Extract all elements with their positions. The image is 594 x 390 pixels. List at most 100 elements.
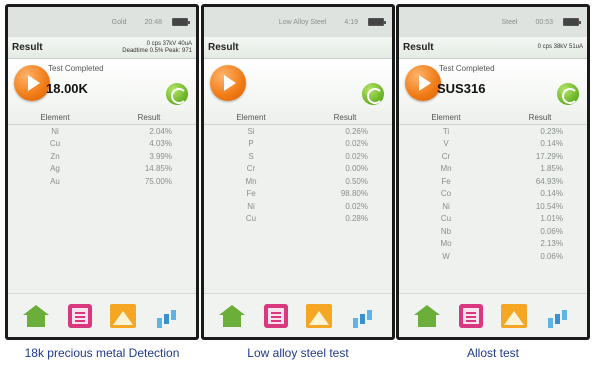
element-cell: Mo [440,239,452,249]
table-header: Element Result [399,111,587,125]
bottom-toolbar [204,293,392,337]
table-row: Mn 0.50% [204,175,392,188]
measurement-info-line1: 0 cps 37kV 40uA [146,40,192,47]
refresh-icon[interactable] [557,83,579,105]
table-row: Cu 1.01% [399,213,587,226]
report-icon[interactable] [67,303,92,328]
element-cell: Co [440,189,452,199]
bar-chart-icon[interactable] [155,304,181,328]
result-cell: 17.29% [535,151,563,161]
refresh-icon[interactable] [362,83,384,105]
table-row: Si 0.26% [204,125,392,138]
result-cell: 4.03% [149,139,172,149]
sample-area [204,59,392,111]
result-cell: 64.93% [535,176,563,186]
results-table: Element Result Ni 2.04% Cu 4.03% Zn 3.99% A… [8,111,196,293]
caption: Allost test [466,346,520,360]
home-icon[interactable] [219,304,246,327]
device-screen: Gold 20:48 Result 0 cps 37kV 40uA Deadti… [8,7,196,337]
result-cell: 0.02% [345,201,368,211]
test-status: Test Completed [439,64,495,73]
element-cell: Mn [245,176,257,186]
element-cell: Ag [50,164,60,174]
device-panel-low-alloy: Low Alloy Steel 4:19 Result Element Resu… [201,4,395,340]
element-cell: Cr [246,164,256,174]
device-panel-gold: Gold 20:48 Result 0 cps 37kV 40uA Deadti… [5,4,199,340]
spectrum-icon[interactable] [306,303,333,328]
table-row: Cr 0.00% [204,163,392,176]
element-cell: Ni [51,126,59,136]
result-cell: 0.06% [540,226,563,236]
element-cell: P [248,139,254,149]
device-screen: Steel 00:53 Result 0 cps 38kV 51uA Test … [399,7,587,337]
result-cell: 1.85% [540,164,563,174]
element-cell: V [443,139,449,149]
result-cell: 0.14% [540,139,563,149]
element-cell: Cu [245,214,257,224]
play-icon[interactable] [14,65,50,101]
table-row: Ni 10.54% [399,200,587,213]
result-cell: 1.01% [540,214,563,224]
results-table: Element Result Ti 0.23% V 0.14% Cr 17.29% M… [399,111,587,293]
result-cell: 0.50% [345,176,368,186]
column-element: Element [40,113,70,122]
home-icon[interactable] [23,304,50,327]
element-cell: Si [247,126,255,136]
spectrum-icon[interactable] [501,303,528,328]
table-header: Element Result [8,111,196,125]
battery-icon [563,18,581,26]
battery-icon [368,18,386,26]
refresh-icon[interactable] [166,83,188,105]
play-icon[interactable] [405,65,441,101]
result-cell: 0.02% [345,151,368,161]
result-cell: 0.28% [345,214,368,224]
result-cell: 2.13% [540,239,563,249]
table-row: Cr 17.29% [399,150,587,163]
status-time: 00:53 [535,18,553,26]
element-cell: Zn [50,151,60,161]
result-cell: 0.02% [345,139,368,149]
column-element: Element [431,113,461,122]
result-cell: 14.85% [144,164,172,174]
result-cell: 2.04% [149,126,172,136]
status-mode: Low Alloy Steel [278,18,327,26]
column-result: Result [333,113,357,122]
bar-chart-icon[interactable] [351,304,377,328]
spectrum-icon[interactable] [110,303,137,328]
device-screen: Low Alloy Steel 4:19 Result Element Resu… [204,7,392,337]
element-cell: Ni [247,201,255,211]
battery-icon [172,18,190,26]
measurement-info-line2: Deadtime 0.5% Peak: 971 [122,47,192,54]
result-header: Result 0 cps 38kV 51uA [399,37,587,59]
table-row: Fe 98.80% [204,188,392,201]
table-row: Ni 2.04% [8,125,196,138]
table-row: Au 75.00% [8,175,196,188]
result-header: Result [204,37,392,59]
status-bar: Gold 20:48 [8,7,196,37]
play-icon[interactable] [210,65,246,101]
caption: 18k precious metal Detection [24,346,180,360]
table-row: P 0.02% [204,138,392,151]
report-icon[interactable] [263,303,288,328]
table-row: Ni 0.02% [204,200,392,213]
column-result: Result [528,113,552,122]
home-icon[interactable] [414,304,441,327]
status-time: 20:48 [144,18,162,26]
status-bar: Steel 00:53 [399,7,587,37]
result-title: Result [208,42,239,53]
element-cell: Cr [441,151,451,161]
status-bar: Low Alloy Steel 4:19 [204,7,392,37]
result-cell: 3.99% [149,151,172,161]
element-cell: Nb [440,226,452,236]
report-icon[interactable] [458,303,483,328]
result-header: Result 0 cps 37kV 40uA Deadtime 0.5% Pea… [8,37,196,59]
element-cell: Cu [49,139,61,149]
table-row: Ti 0.23% [399,125,587,138]
result-cell: 0.26% [345,126,368,136]
element-cell: Ti [442,126,450,136]
table-row: Co 0.14% [399,188,587,201]
table-row: Mn 1.85% [399,163,587,176]
status-time: 4:19 [344,18,358,26]
measurement-info-line1: 0 cps 38kV 51uA [537,44,583,50]
bar-chart-icon[interactable] [546,304,572,328]
